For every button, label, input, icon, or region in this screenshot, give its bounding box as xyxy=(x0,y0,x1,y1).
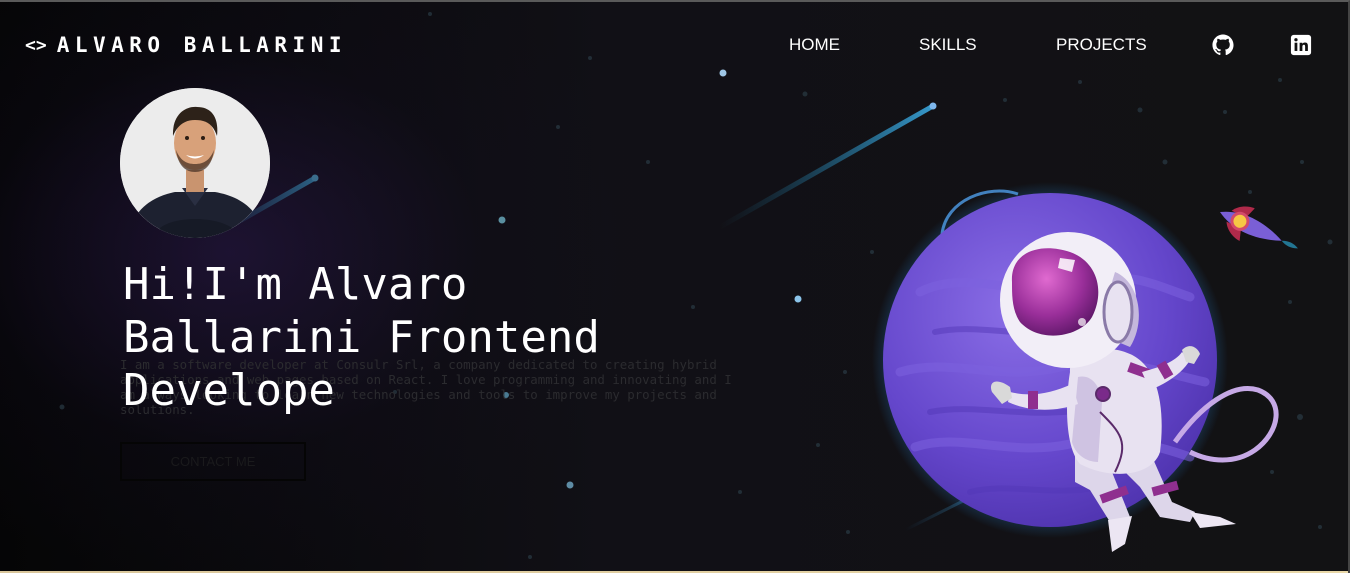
astronaut-illustration xyxy=(872,182,1298,552)
top-navbar: <> ALVARO BALLARINI HOME SKILLS PROJECTS xyxy=(0,2,1348,90)
nav-link-home[interactable]: HOME xyxy=(789,35,840,55)
rocket-illustration xyxy=(1220,206,1298,249)
github-icon xyxy=(1212,34,1234,56)
star xyxy=(498,216,506,224)
hero-title: Hi!I'm Alvaro Ballarini Frontend Develop… xyxy=(123,259,600,416)
meteor-head xyxy=(929,102,937,110)
linkedin-icon xyxy=(1290,34,1312,56)
brand-logo[interactable]: <> ALVARO BALLARINI xyxy=(25,33,347,57)
page: <> ALVARO BALLARINI HOME SKILLS PROJECTS xyxy=(0,0,1350,573)
code-brackets-icon: <> xyxy=(25,34,47,56)
star xyxy=(566,481,574,489)
contact-me-button[interactable]: CONTACT ME xyxy=(120,442,306,481)
linkedin-link[interactable] xyxy=(1290,34,1312,56)
nav-link-skills[interactable]: SKILLS xyxy=(919,35,977,55)
brand-name: ALVARO BALLARINI xyxy=(56,33,347,57)
meteor-head xyxy=(311,174,319,182)
nav-link-projects[interactable]: PROJECTS xyxy=(1056,35,1147,55)
suit-badge xyxy=(1095,386,1111,402)
profile-photo xyxy=(120,88,270,238)
star xyxy=(794,295,802,303)
github-link[interactable] xyxy=(1212,34,1234,56)
profile-avatar xyxy=(120,88,270,238)
